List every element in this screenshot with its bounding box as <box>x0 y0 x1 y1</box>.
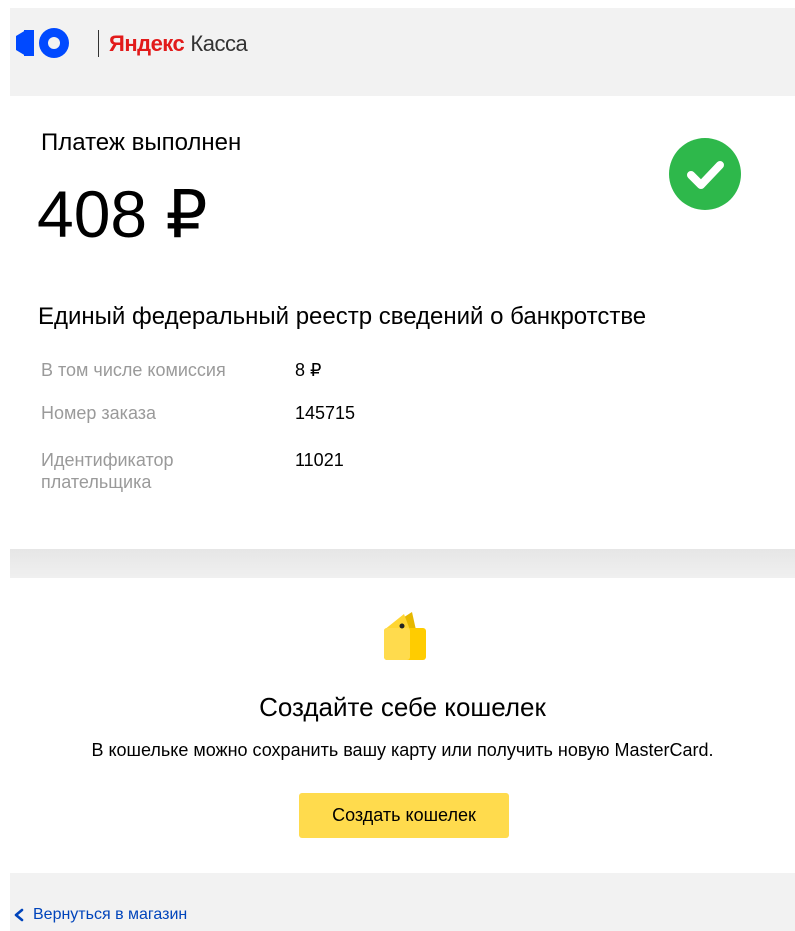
payment-status-title: Платеж выполнен <box>41 129 242 156</box>
merchant-name: Единый федеральный реестр сведений о бан… <box>38 303 647 330</box>
yandex-kassa-logo-icon <box>14 28 72 58</box>
wallet-icon <box>382 608 428 662</box>
wallet-promo-title: Создайте себе кошелек <box>259 692 546 722</box>
check-circle-icon <box>669 138 741 210</box>
payment-receipt: Платеж выполнен 408 ₽ Единый федеральный… <box>10 96 795 549</box>
chevron-left-icon <box>13 908 25 922</box>
wallet-promo-card: Создайте себе кошелек В кошельке можно с… <box>10 578 795 873</box>
detail-value-commission: 8 ₽ <box>295 360 322 380</box>
payment-amount: 408 ₽ <box>37 177 208 251</box>
detail-value-payer-id: 11021 <box>295 450 344 470</box>
back-to-shop-label: Вернуться в магазин <box>33 906 188 923</box>
create-wallet-button[interactable]: Создать кошелек <box>299 793 509 838</box>
brand-name: Яндекс Касса <box>109 29 248 59</box>
header-divider <box>98 30 99 57</box>
wallet-promo-description: В кошельке можно сохранить вашу карту ил… <box>91 740 714 760</box>
back-to-shop-link[interactable]: Вернуться в магазин <box>13 905 187 925</box>
header: Яндекс Касса <box>10 8 795 96</box>
section-divider <box>10 549 795 578</box>
detail-label-commission: В том числе комиссия <box>41 360 226 380</box>
brand-kassa: Касса <box>190 31 248 56</box>
detail-label-payer-id: Идентификатор плательщика <box>41 450 174 492</box>
page: Яндекс Касса Платеж выполнен 408 ₽ Едины… <box>0 0 795 931</box>
brand-yandex: Яндекс <box>109 31 185 56</box>
detail-value-order-number: 145715 <box>295 403 356 423</box>
detail-label-order-number: Номер заказа <box>41 403 157 423</box>
